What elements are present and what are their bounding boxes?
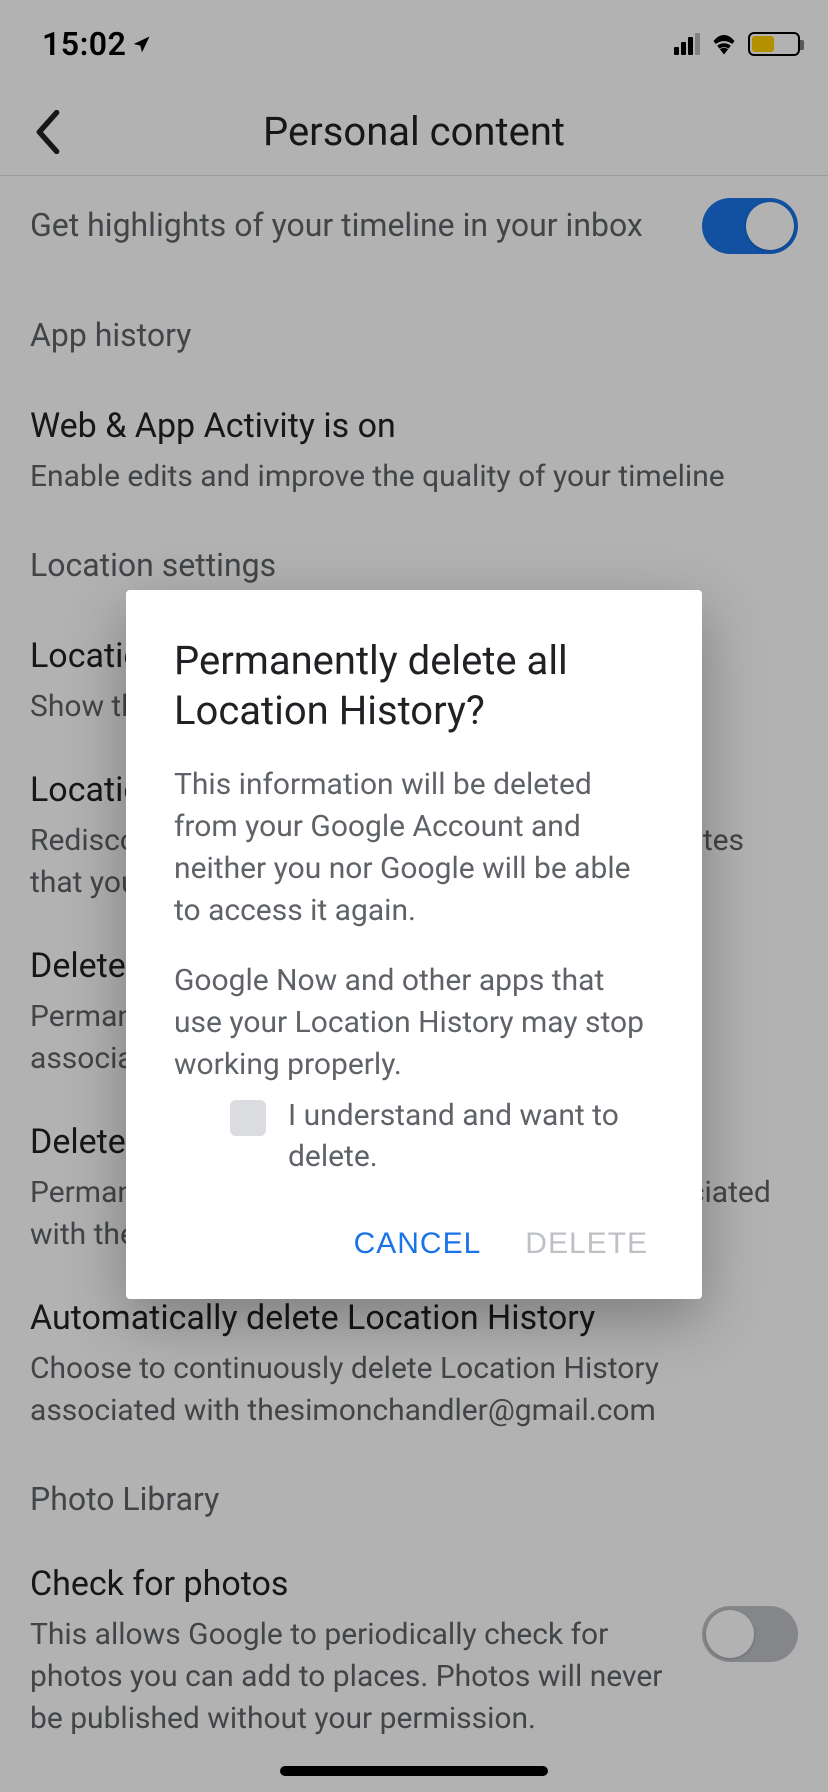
confirm-delete-dialog: Permanently delete all Location History?… [126, 590, 702, 1299]
dialog-paragraph: Google Now and other apps that use your … [174, 960, 654, 1086]
dialog-body: This information will be deleted from yo… [174, 736, 654, 1177]
delete-button[interactable]: DELETE [525, 1227, 648, 1261]
dialog-title: Permanently delete all Location History? [174, 636, 654, 736]
dialog-actions: CANCEL DELETE [174, 1177, 654, 1279]
cancel-button[interactable]: CANCEL [354, 1227, 482, 1261]
consent-checkbox[interactable] [230, 1100, 266, 1136]
consent-label: I understand and want to delete. [288, 1096, 654, 1177]
dialog-paragraph: This information will be deleted from yo… [174, 764, 654, 932]
home-indicator[interactable] [280, 1766, 548, 1776]
consent-row[interactable]: I understand and want to delete. [174, 1086, 654, 1177]
